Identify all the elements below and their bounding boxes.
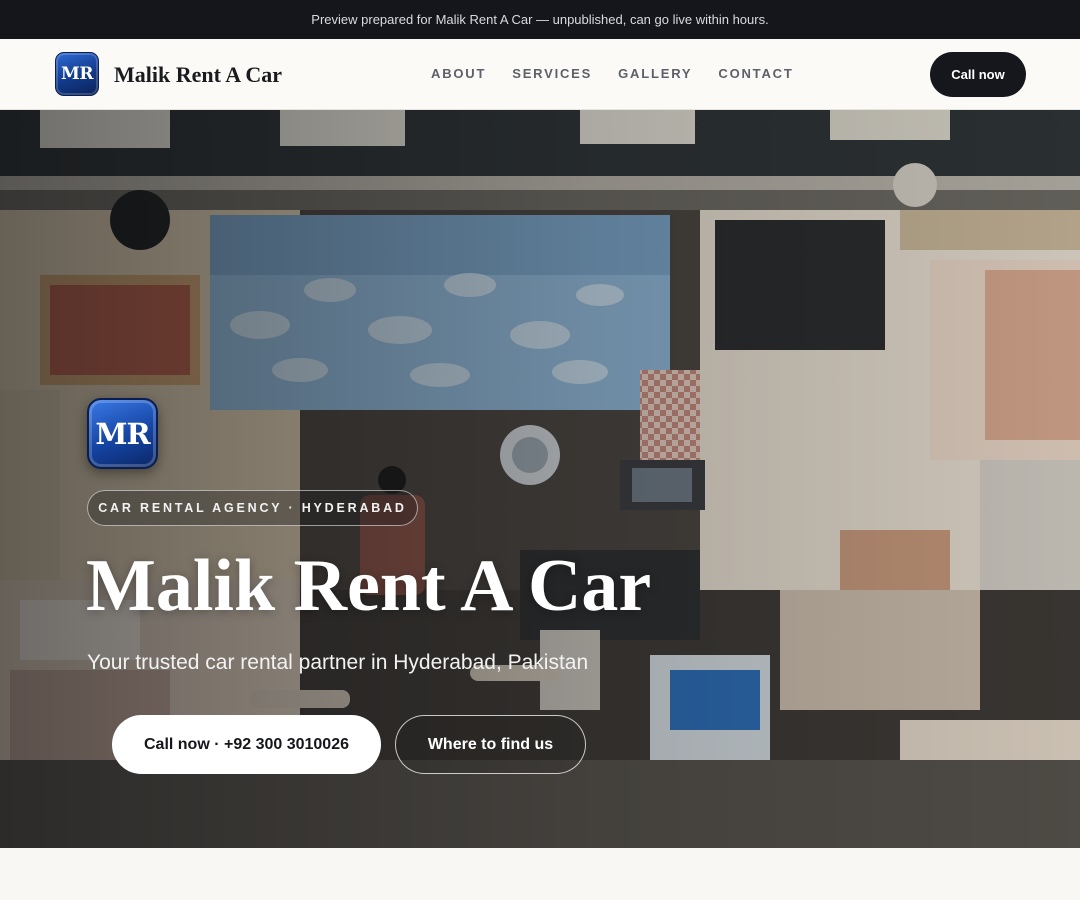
brand-logo[interactable]: MR [55,52,99,96]
nav-link-gallery[interactable]: GALLERY [618,65,692,83]
hero-logo: MR [87,398,158,469]
hero-title: Malik Rent A Car [86,545,652,627]
nav-link-about[interactable]: ABOUT [431,65,486,83]
brand-name[interactable]: Malik Rent A Car [114,61,282,89]
hero-section: MR CAR RENTAL AGENCY · HYDERABAD Malik R… [0,110,1080,848]
preview-banner: Preview prepared for Malik Rent A Car — … [0,0,1080,39]
find-us-button[interactable]: Where to find us [395,715,586,774]
preview-banner-text: Preview prepared for Malik Rent A Car — … [311,12,769,27]
nav-link-services[interactable]: SERVICES [512,65,592,83]
site-header: MR Malik Rent A Car ABOUT SERVICES GALLE… [0,39,1080,110]
main-nav: ABOUT SERVICES GALLERY CONTACT [431,65,820,83]
call-phone-button[interactable]: Call now · +92 300 3010026 [112,715,381,774]
nav-link-contact[interactable]: CONTACT [718,65,793,83]
call-now-button[interactable]: Call now [930,52,1026,97]
hero-subtitle: Your trusted car rental partner in Hyder… [87,651,589,674]
hero-tag: CAR RENTAL AGENCY · HYDERABAD [87,490,418,526]
